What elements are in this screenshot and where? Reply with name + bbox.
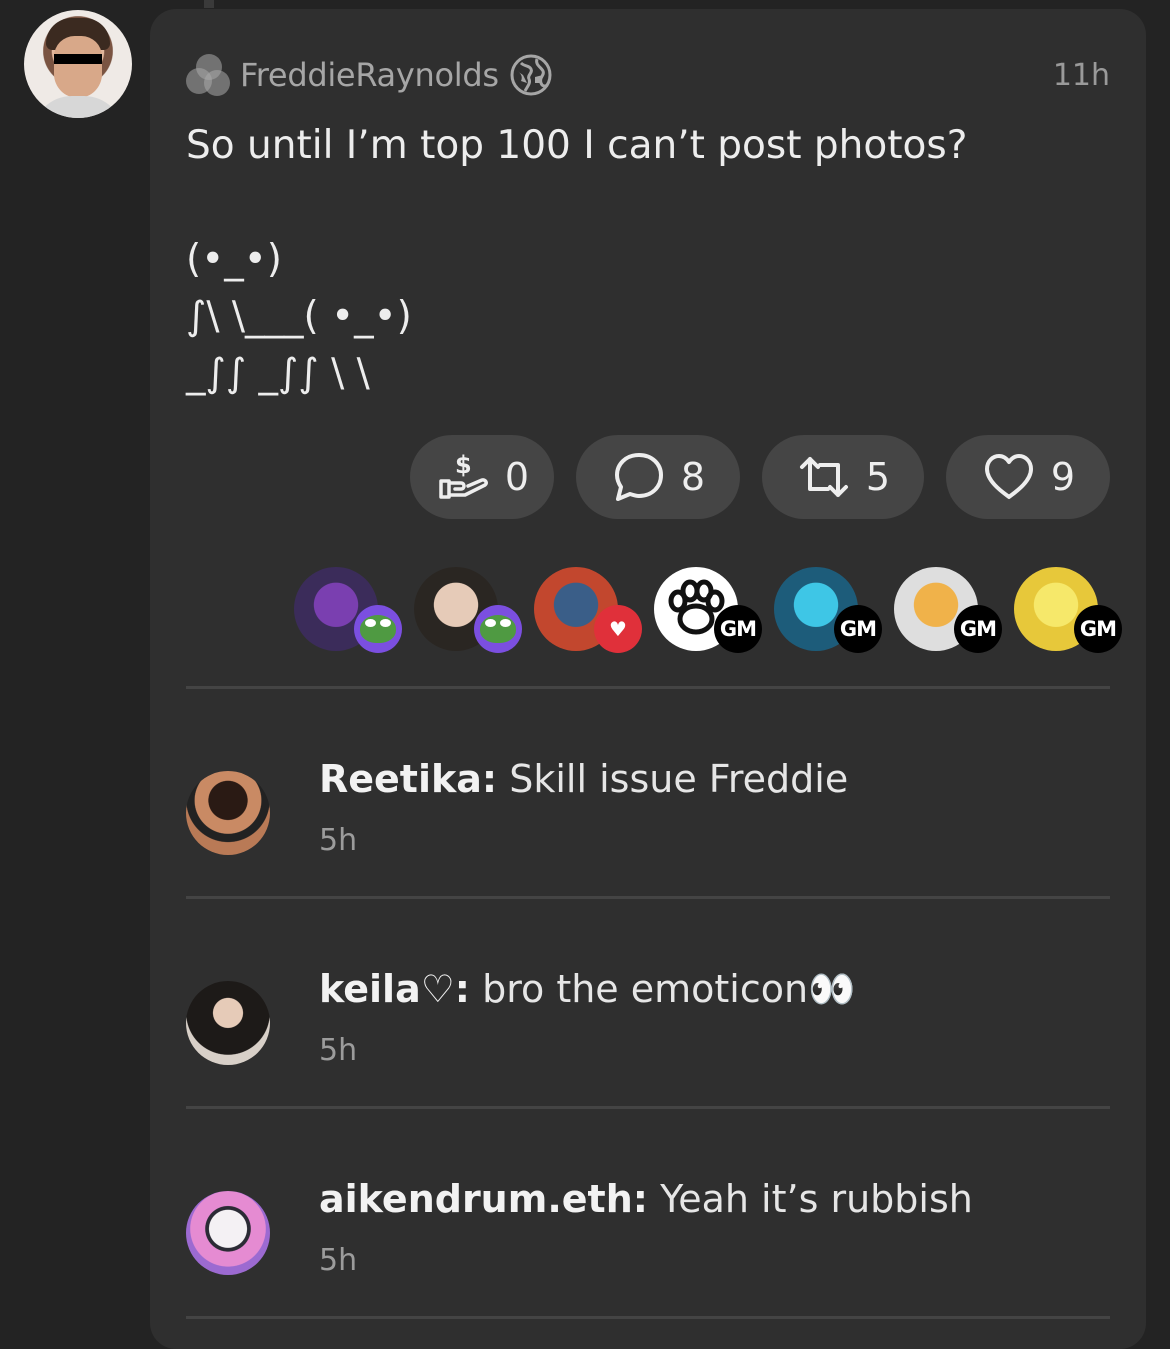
action-bar: $ 0 8 5 9	[410, 435, 1110, 519]
commenter-avatar[interactable]	[186, 981, 270, 1065]
commenter-avatar[interactable]	[186, 1191, 270, 1275]
comment-text: bro the emoticon👀	[482, 967, 856, 1011]
tip-icon: $	[439, 451, 488, 499]
pepe-badge	[474, 605, 522, 653]
comment-time: 5h	[319, 823, 358, 858]
comment-time: 5h	[319, 1243, 358, 1278]
reactor-avatar[interactable]	[294, 567, 402, 653]
commenter-name[interactable]: Reetika:	[319, 757, 497, 801]
reactions-row: ♥ GM GM GM GM	[294, 567, 1122, 653]
reply-icon	[614, 453, 663, 501]
like-button[interactable]: 9	[946, 435, 1110, 519]
comment-time: 5h	[319, 1033, 358, 1068]
channel-icon[interactable]	[186, 52, 232, 98]
commenter-avatar[interactable]	[186, 771, 270, 855]
reply-count: 8	[680, 455, 706, 499]
comment-item[interactable]: keila♡: bro the emoticon👀 5h	[186, 919, 1110, 1099]
cast-header: FreddieRaynolds 11h	[186, 51, 1110, 99]
comment-text: Yeah it’s rubbish	[660, 1177, 973, 1221]
comment-item[interactable]: aikendrum.eth: Yeah it’s rubbish 5h	[186, 1129, 1110, 1309]
recast-count: 5	[865, 455, 891, 499]
recast-button[interactable]: 5	[762, 435, 924, 519]
gm-badge: GM	[1074, 605, 1122, 653]
heart-badge: ♥	[594, 605, 642, 653]
globe-icon	[510, 54, 552, 96]
heart-icon	[984, 454, 1033, 499]
reactor-avatar[interactable]: GM	[654, 567, 762, 653]
reply-button[interactable]: 8	[576, 435, 740, 519]
comment-line: Reetika: Skill issue Freddie	[319, 757, 848, 801]
reactor-avatar[interactable]	[414, 567, 522, 653]
commenter-name[interactable]: aikendrum.eth:	[319, 1177, 648, 1221]
author-username[interactable]: FreddieRaynolds	[240, 56, 499, 94]
gm-badge: GM	[714, 605, 762, 653]
post-body: So until I’m top 100 I can’t post photos…	[186, 123, 968, 396]
recast-icon	[799, 457, 848, 497]
divider	[186, 896, 1110, 899]
comment-item[interactable]: Reetika: Skill issue Freddie 5h	[186, 709, 1110, 889]
comment-line: aikendrum.eth: Yeah it’s rubbish	[319, 1177, 973, 1221]
pepe-badge	[354, 605, 402, 653]
reactor-avatar[interactable]: GM	[894, 567, 1002, 653]
svg-text:$: $	[455, 451, 472, 479]
reactor-avatar[interactable]: ♥	[534, 567, 642, 653]
author-avatar[interactable]	[24, 10, 132, 118]
comment-text: Skill issue Freddie	[509, 757, 849, 801]
divider	[186, 686, 1110, 689]
gm-badge: GM	[954, 605, 1002, 653]
divider	[186, 1106, 1110, 1109]
commenter-name[interactable]: keila♡:	[319, 967, 470, 1011]
reactor-avatar[interactable]: GM	[774, 567, 882, 653]
thread-line	[204, 0, 214, 8]
like-count: 9	[1050, 455, 1076, 499]
gm-badge: GM	[834, 605, 882, 653]
comment-line: keila♡: bro the emoticon👀	[319, 967, 855, 1012]
divider	[186, 1316, 1110, 1319]
reactor-avatar[interactable]: GM	[1014, 567, 1122, 653]
cast-card: FreddieRaynolds 11h So until I’m top 100…	[150, 9, 1146, 1349]
tip-button[interactable]: $ 0	[410, 435, 554, 519]
post-time: 11h	[1052, 57, 1110, 93]
tip-count: 0	[504, 455, 530, 499]
